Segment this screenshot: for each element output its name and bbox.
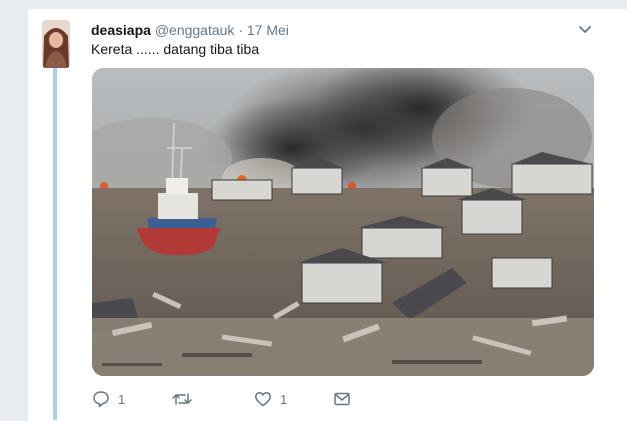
handle[interactable]: @enggatauk <box>155 22 235 38</box>
reply-count: 1 <box>118 391 126 407</box>
tweet-text: Kereta ...... datang tiba tiba <box>91 41 260 57</box>
like-button[interactable]: 1 <box>254 388 287 410</box>
avatar[interactable] <box>42 20 70 68</box>
display-name[interactable]: deasiapa <box>91 22 151 38</box>
retweet-button[interactable] <box>172 388 200 410</box>
envelope-icon <box>334 392 350 406</box>
chevron-down-icon[interactable] <box>577 22 593 38</box>
tweet-header: deasiapa @enggatauk · 17 Mei <box>91 21 289 39</box>
reply-button[interactable]: 1 <box>92 388 125 410</box>
heart-icon <box>255 392 271 407</box>
reply-icon <box>93 391 109 408</box>
thread-line <box>53 30 57 420</box>
disaster-photo <box>92 68 594 376</box>
separator: · <box>234 22 247 38</box>
tweet-media-photo[interactable] <box>92 68 594 376</box>
retweet-icon <box>172 393 192 405</box>
like-count: 1 <box>280 391 288 407</box>
tweet-date[interactable]: 17 Mei <box>247 22 289 38</box>
direct-message-button[interactable] <box>333 388 351 410</box>
